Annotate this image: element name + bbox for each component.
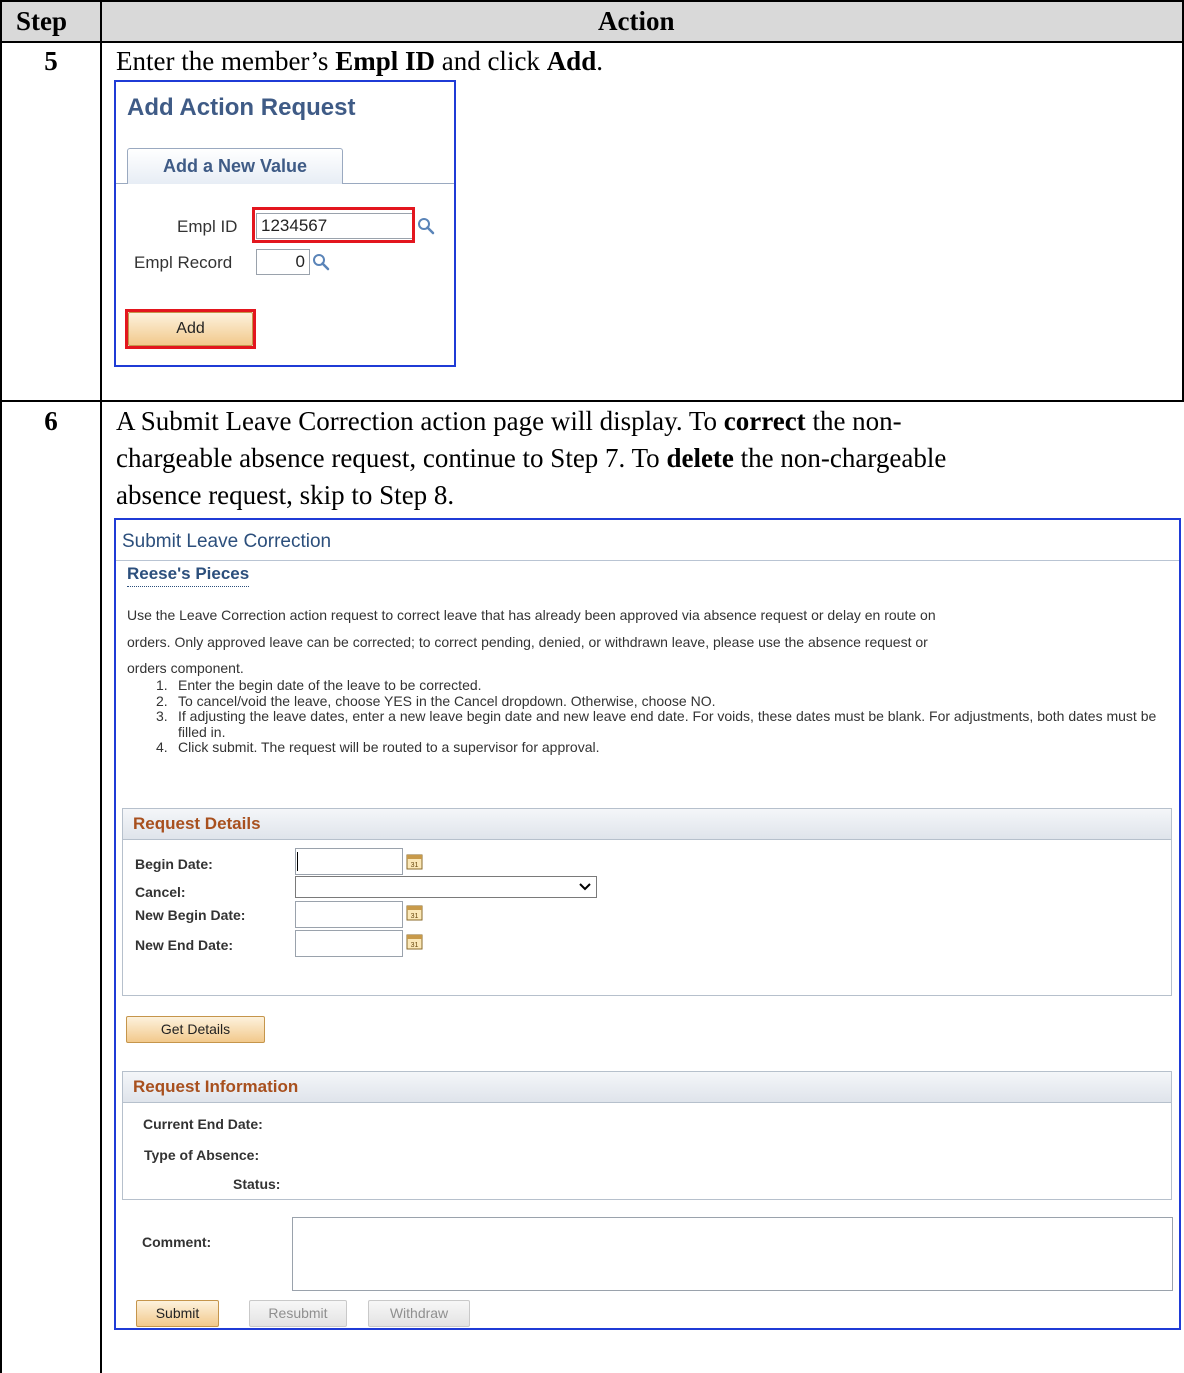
search-icon[interactable] — [417, 217, 435, 235]
comment-textarea[interactable] — [292, 1217, 1173, 1291]
tab-add-new-value[interactable]: Add a New Value — [127, 148, 343, 184]
new-begin-date-label: New Begin Date: — [135, 907, 246, 923]
empl-record-input[interactable]: 0 — [256, 249, 310, 275]
cancel-label: Cancel: — [135, 884, 186, 900]
instruction-list: 1. Enter the begin date of the leave to b… — [156, 677, 1166, 756]
svg-text:31: 31 — [411, 862, 419, 869]
list-item: 2. To cancel/void the leave, choose YES i… — [156, 692, 716, 709]
table-divider — [0, 400, 1184, 402]
section-header: Request Details — [123, 809, 1171, 840]
tab-baseline — [116, 183, 127, 184]
svg-text:31: 31 — [411, 942, 419, 949]
tab-baseline — [343, 183, 454, 184]
table-header-row — [0, 0, 1184, 42]
calendar-icon[interactable]: 31 — [406, 904, 424, 922]
step5-instruction: Enter the member’s Empl ID and click Add… — [116, 46, 603, 76]
withdraw-button[interactable]: Withdraw — [368, 1300, 470, 1327]
type-of-absence-label: Type of Absence: — [144, 1147, 260, 1163]
new-begin-date-input[interactable] — [295, 901, 403, 928]
calendar-icon[interactable]: 31 — [406, 933, 424, 951]
cancel-dropdown[interactable] — [295, 876, 597, 898]
list-item: 3. If adjusting the leave dates, enter a … — [156, 708, 1157, 740]
reeses-pieces-link[interactable]: Reese's Pieces — [127, 564, 250, 587]
table-column-divider — [100, 0, 102, 1373]
title-divider — [116, 560, 1179, 561]
request-information-section: Request Information Current End Date: Ty… — [122, 1071, 1172, 1200]
resubmit-button[interactable]: Resubmit — [249, 1300, 347, 1327]
page-title: Submit Leave Correction — [122, 531, 332, 552]
search-icon[interactable] — [312, 253, 330, 271]
step-number-6: 6 — [44, 406, 58, 436]
header-action: Action — [598, 6, 675, 36]
empl-id-label: Empl ID — [177, 217, 238, 236]
begin-date-label: Begin Date: — [135, 856, 213, 872]
table-border-top — [0, 0, 1184, 2]
status-label: Status: — [233, 1176, 281, 1192]
comment-label: Comment: — [142, 1234, 212, 1250]
empl-id-highlight — [252, 207, 415, 243]
step6-line-2: chargeable absence request, continue to … — [116, 443, 947, 473]
add-button-highlight — [125, 309, 256, 349]
chevron-down-icon — [579, 883, 591, 891]
svg-text:31: 31 — [411, 913, 419, 920]
step-number-5: 5 — [44, 46, 58, 76]
list-item: 1. Enter the begin date of the leave to b… — [156, 677, 482, 693]
table-border-left — [0, 0, 2, 1373]
submit-button[interactable]: Submit — [136, 1300, 219, 1327]
new-end-date-label: New End Date: — [135, 937, 234, 953]
table-divider — [0, 41, 1184, 43]
submit-leave-correction-screenshot: Submit Leave Correction Reese's Pieces U… — [114, 518, 1181, 1330]
current-end-date-label: Current End Date: — [143, 1116, 263, 1132]
new-end-date-input[interactable] — [295, 930, 403, 957]
description: Use the Leave Correction action request … — [127, 607, 936, 676]
page-title: Add Action Request — [127, 94, 356, 121]
list-item: 4. Click submit. The request will be rout… — [156, 739, 600, 755]
header-step: Step — [16, 6, 68, 36]
request-details-section: Request Details Begin Date: 31 Cancel: N… — [122, 808, 1172, 996]
add-action-request-screenshot: Add Action Request Add a New Value Empl … — [114, 80, 456, 367]
get-details-button[interactable]: Get Details — [126, 1016, 265, 1043]
empl-record-label: Empl Record — [134, 253, 233, 272]
calendar-icon[interactable]: 31 — [406, 853, 424, 871]
section-header: Request Information — [123, 1072, 1171, 1103]
step6-line-3: absence request, skip to Step 8. — [116, 480, 455, 510]
begin-date-input[interactable] — [295, 848, 403, 875]
step6-line-1: A Submit Leave Correction action page wi… — [116, 406, 902, 436]
